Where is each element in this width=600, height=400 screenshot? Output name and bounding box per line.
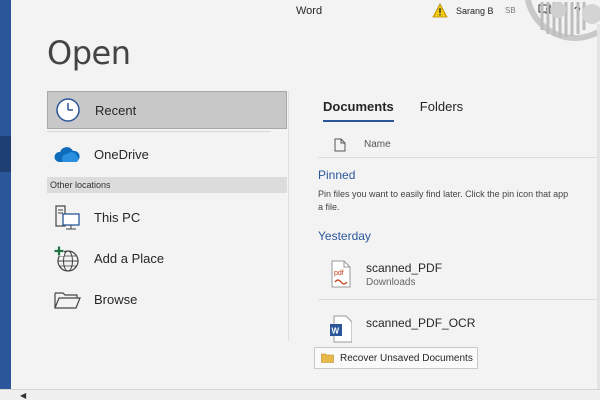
scroll-left-icon[interactable]: ◀	[20, 391, 26, 400]
file-tabs: Documents Folders	[323, 99, 463, 122]
nav-label-browse: Browse	[94, 292, 138, 307]
folder-open-icon	[52, 285, 82, 315]
page-title: Open	[47, 34, 131, 72]
recover-unsaved-documents-button[interactable]: Recover Unsaved Documents	[314, 347, 478, 369]
globe-plus-icon	[52, 244, 82, 274]
recover-label: Recover Unsaved Documents	[340, 352, 473, 364]
nav-item-this-pc[interactable]: This PC	[47, 197, 287, 238]
computer-icon	[52, 203, 82, 233]
horizontal-scrollbar[interactable]: ◀	[0, 389, 600, 400]
yesterday-group-title: Yesterday	[318, 229, 371, 243]
word-file-icon: W	[330, 315, 352, 343]
pinned-description-line1: Pin files you want to easily find later.…	[318, 189, 569, 199]
file-location: Downloads	[366, 277, 416, 288]
nav-label-add-place: Add a Place	[94, 251, 165, 266]
decorative-pattern-icon	[525, 0, 600, 41]
nav-item-recent[interactable]: Recent	[47, 91, 287, 129]
nav-label-onedrive: OneDrive	[94, 147, 149, 162]
file-name: scanned_PDF	[366, 261, 443, 275]
tab-documents[interactable]: Documents	[323, 99, 394, 122]
folder-icon	[321, 353, 334, 363]
file-type-icon[interactable]	[334, 138, 346, 152]
clock-icon	[53, 95, 83, 125]
back-tab[interactable]	[0, 136, 11, 172]
warning-icon[interactable]	[432, 3, 448, 18]
nav-item-add-place[interactable]: Add a Place	[47, 238, 287, 279]
left-rail	[0, 0, 11, 390]
file-name: scanned_PDF_OCR	[366, 316, 476, 330]
pane-divider	[288, 91, 289, 341]
cloud-icon	[52, 140, 82, 170]
row-divider	[318, 299, 600, 300]
name-column-header[interactable]: Name	[364, 139, 391, 150]
pinned-group-title: Pinned	[318, 168, 356, 182]
tab-folders[interactable]: Folders	[420, 99, 463, 122]
nav-item-onedrive[interactable]: OneDrive	[47, 134, 287, 175]
svg-text:pdf: pdf	[334, 270, 344, 277]
pinned-description-line2: a file.	[318, 202, 340, 212]
svg-text:W: W	[332, 327, 340, 336]
list-header: Name	[318, 132, 600, 158]
pinned-description: Pin files you want to easily find later.…	[318, 188, 600, 214]
other-locations-header: Other locations	[47, 177, 287, 193]
location-nav: Recent OneDrive Other locations This PC	[47, 91, 287, 320]
nav-item-browse[interactable]: Browse	[47, 279, 287, 320]
nav-label-this-pc: This PC	[94, 210, 141, 225]
pdf-file-icon: pdf	[331, 260, 351, 288]
file-row[interactable]: pdf scanned_PDF Downloads	[318, 254, 600, 298]
nav-divider	[47, 131, 271, 132]
app-name: Word	[296, 5, 323, 17]
nav-label-recent: Recent	[95, 102, 137, 118]
